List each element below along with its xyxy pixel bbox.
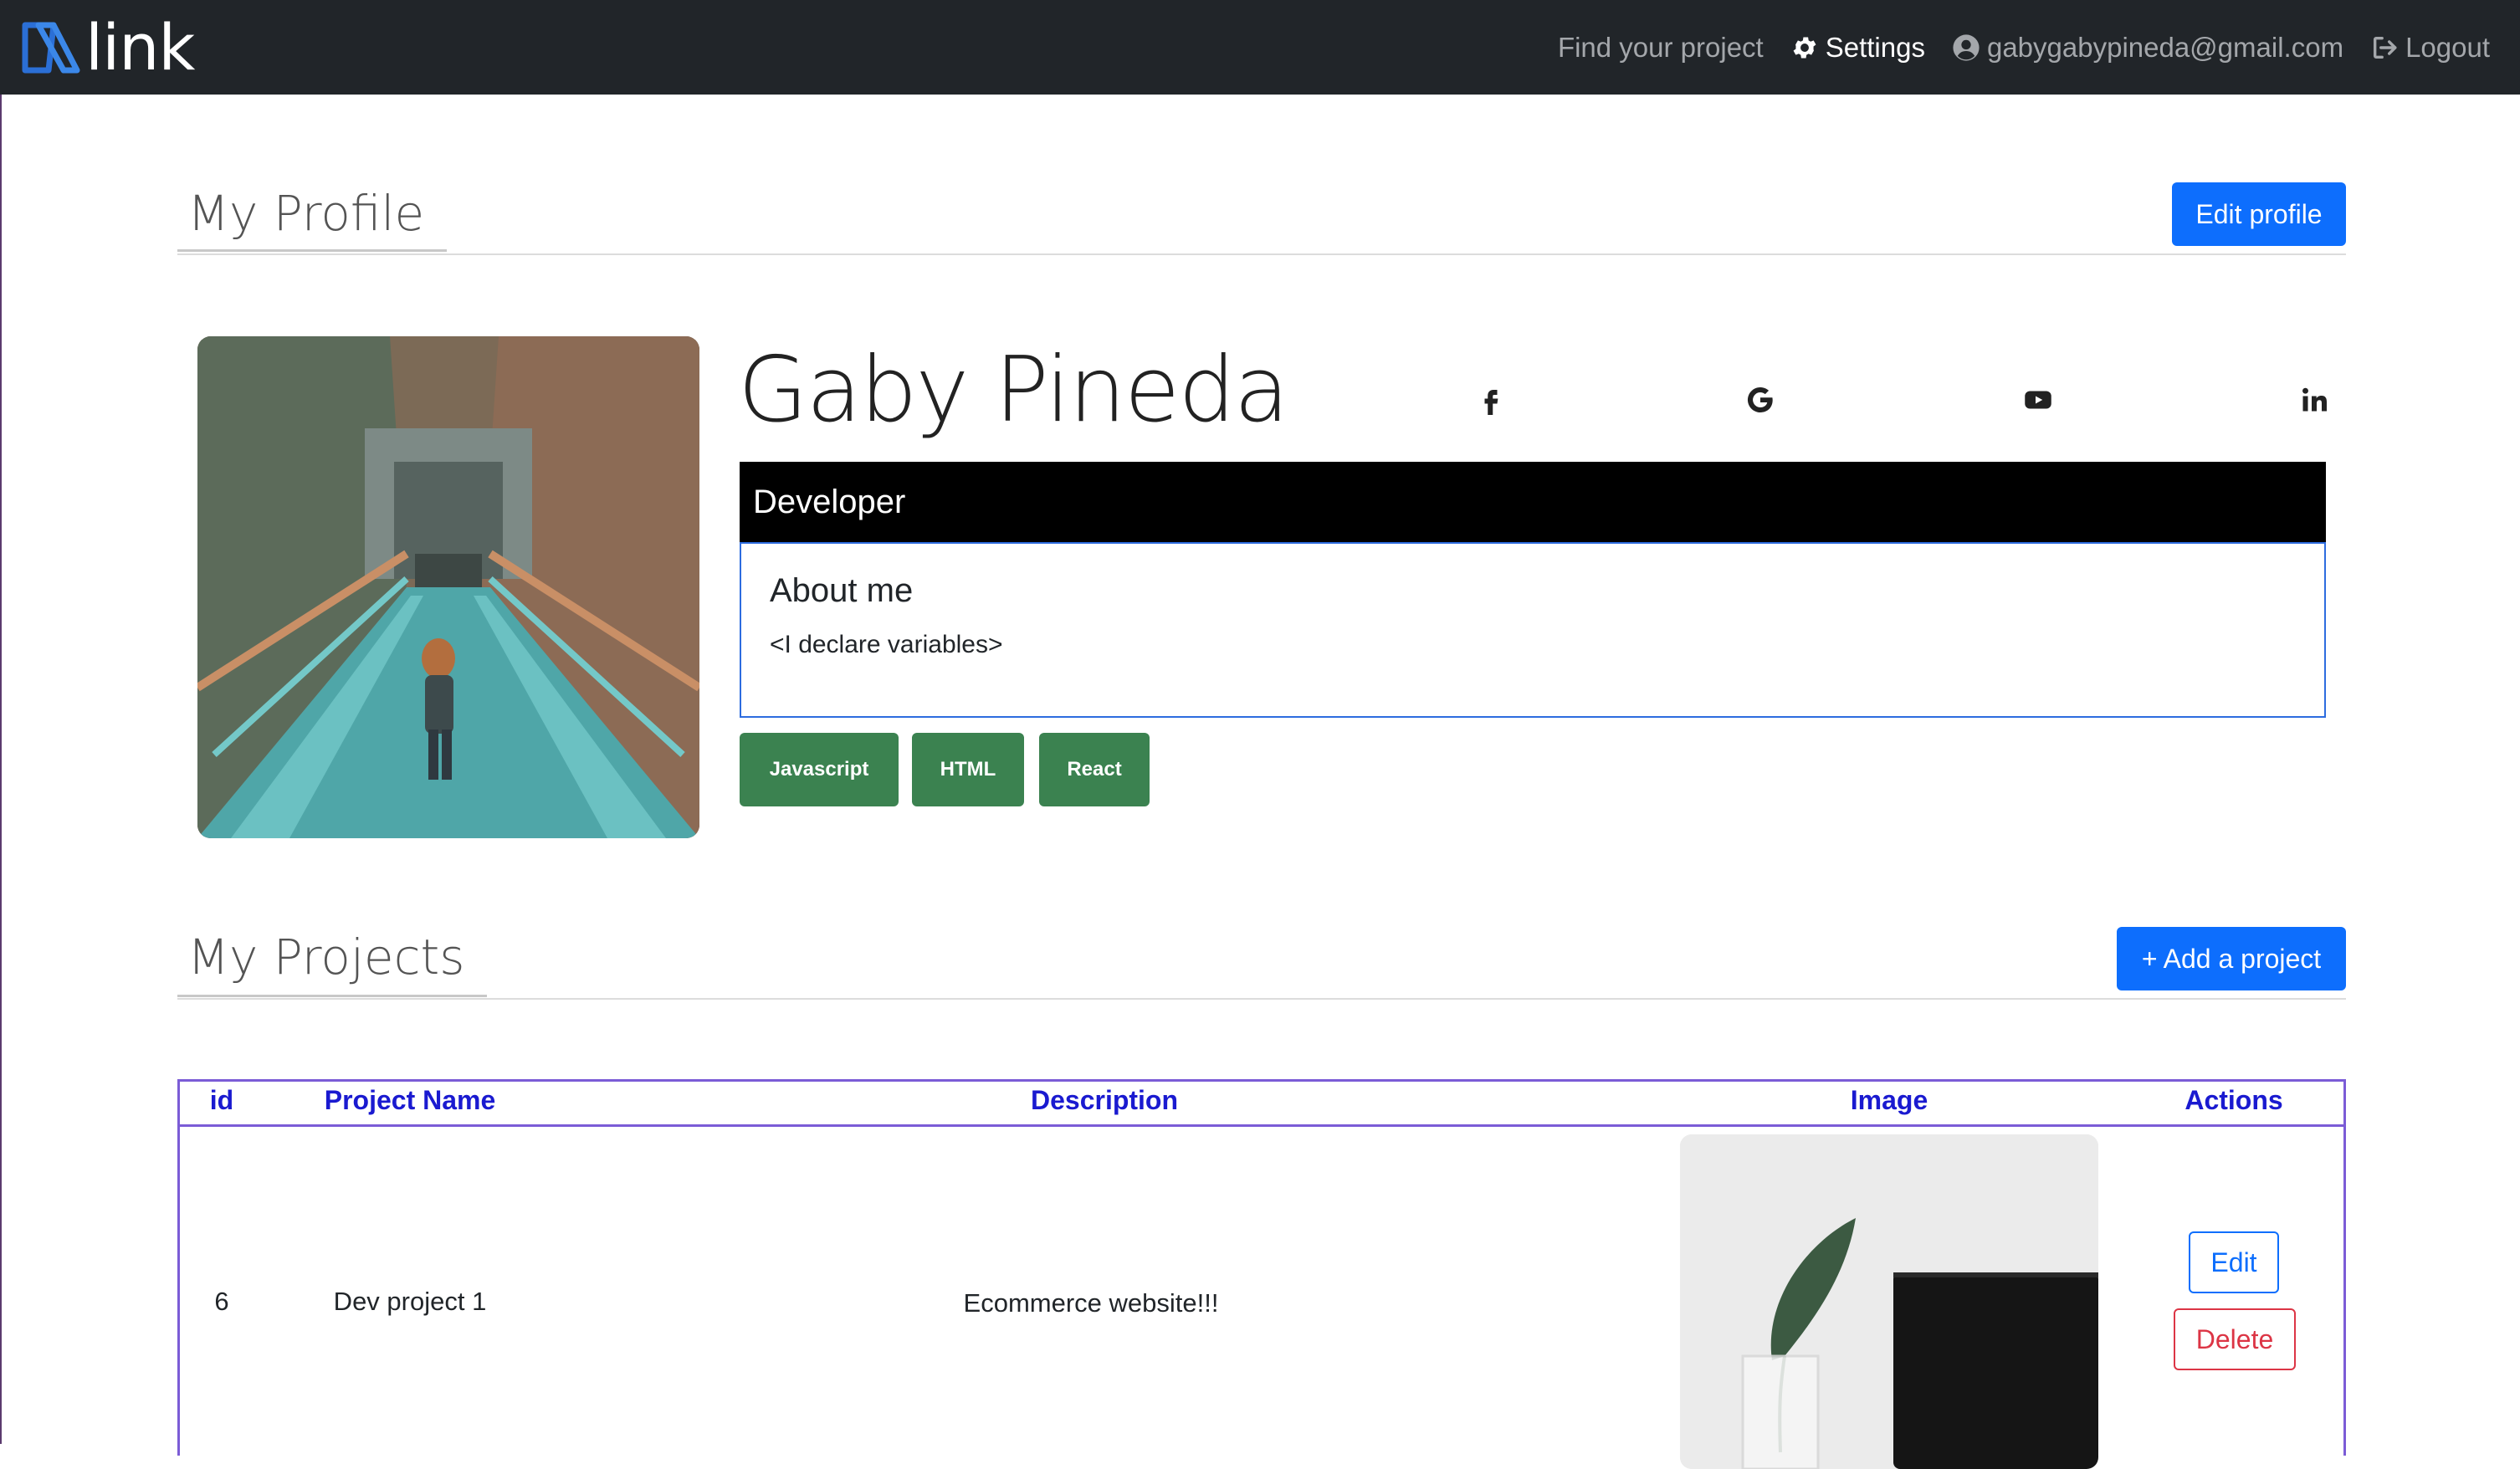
avatar-photo xyxy=(197,336,699,838)
column-header-description: Description xyxy=(1030,1085,1179,1115)
nav-find-project[interactable]: Find your project xyxy=(1558,32,1764,64)
table-cell-description: Ecommerce website!!! xyxy=(963,1288,1219,1318)
skill-badge-javascript: Javascript xyxy=(740,733,899,806)
profile-title-underline xyxy=(177,249,447,252)
nav-email-label: gabygabypineda@gmail.com xyxy=(1986,31,2344,63)
gear-icon xyxy=(1793,37,1816,58)
projects-section-title: My Projects xyxy=(187,929,465,985)
about-text: <I declare variables> xyxy=(770,631,1003,658)
facebook-icon[interactable] xyxy=(1469,378,1513,422)
table-header-divider xyxy=(177,1124,2346,1127)
column-header-project-name: Project Name xyxy=(324,1085,496,1115)
add-project-button[interactable]: + Add a project xyxy=(2117,927,2346,990)
profile-section-title: My Profile xyxy=(187,185,425,242)
link-logo-icon xyxy=(22,22,80,74)
skill-badge-react: React xyxy=(1039,733,1150,806)
edit-project-button[interactable]: Edit xyxy=(2189,1231,2279,1293)
delete-project-button[interactable]: Delete xyxy=(2174,1308,2296,1370)
google-icon[interactable] xyxy=(1739,378,1782,422)
youtube-icon[interactable] xyxy=(2016,378,2060,422)
nav-user-email[interactable]: gabygabypineda@gmail.com xyxy=(1952,32,2343,64)
about-title: About me xyxy=(770,572,914,609)
column-header-actions: Actions xyxy=(2185,1085,2283,1115)
nav-logout-label: Logout xyxy=(2405,31,2490,63)
about-card: About me <I declare variables> xyxy=(740,542,2326,718)
project-image xyxy=(1680,1134,2098,1469)
user-circle-icon xyxy=(1953,33,1980,61)
nav-settings-label: Settings xyxy=(1825,31,1925,63)
profile-name: Gaby Pineda xyxy=(738,338,1289,443)
linkedin-icon[interactable] xyxy=(2292,378,2336,422)
profile-section-divider xyxy=(177,253,2346,255)
edit-profile-button[interactable]: Edit profile xyxy=(2172,182,2346,246)
brand-logo[interactable]: link xyxy=(20,10,195,84)
table-cell-id: 6 xyxy=(214,1287,229,1316)
nav-settings[interactable]: Settings xyxy=(1790,32,1925,64)
projects-section-divider xyxy=(177,998,2346,1000)
table-cell-project-name: Dev project 1 xyxy=(333,1287,487,1316)
top-navbar: link Find your project Settings gabygaby… xyxy=(0,0,2520,95)
column-header-id: id xyxy=(209,1085,234,1115)
skill-badge-html: HTML xyxy=(912,733,1024,806)
nav-logout[interactable]: Logout xyxy=(2370,32,2490,64)
brand-name: link xyxy=(85,10,195,84)
logout-icon xyxy=(2374,36,2397,59)
column-header-image: Image xyxy=(1850,1085,1928,1115)
profile-role-bar: Developer xyxy=(740,462,2326,542)
avatar xyxy=(197,336,699,838)
projects-title-underline xyxy=(177,995,487,997)
left-border xyxy=(0,95,2,1444)
project-photo xyxy=(1680,1134,2098,1469)
